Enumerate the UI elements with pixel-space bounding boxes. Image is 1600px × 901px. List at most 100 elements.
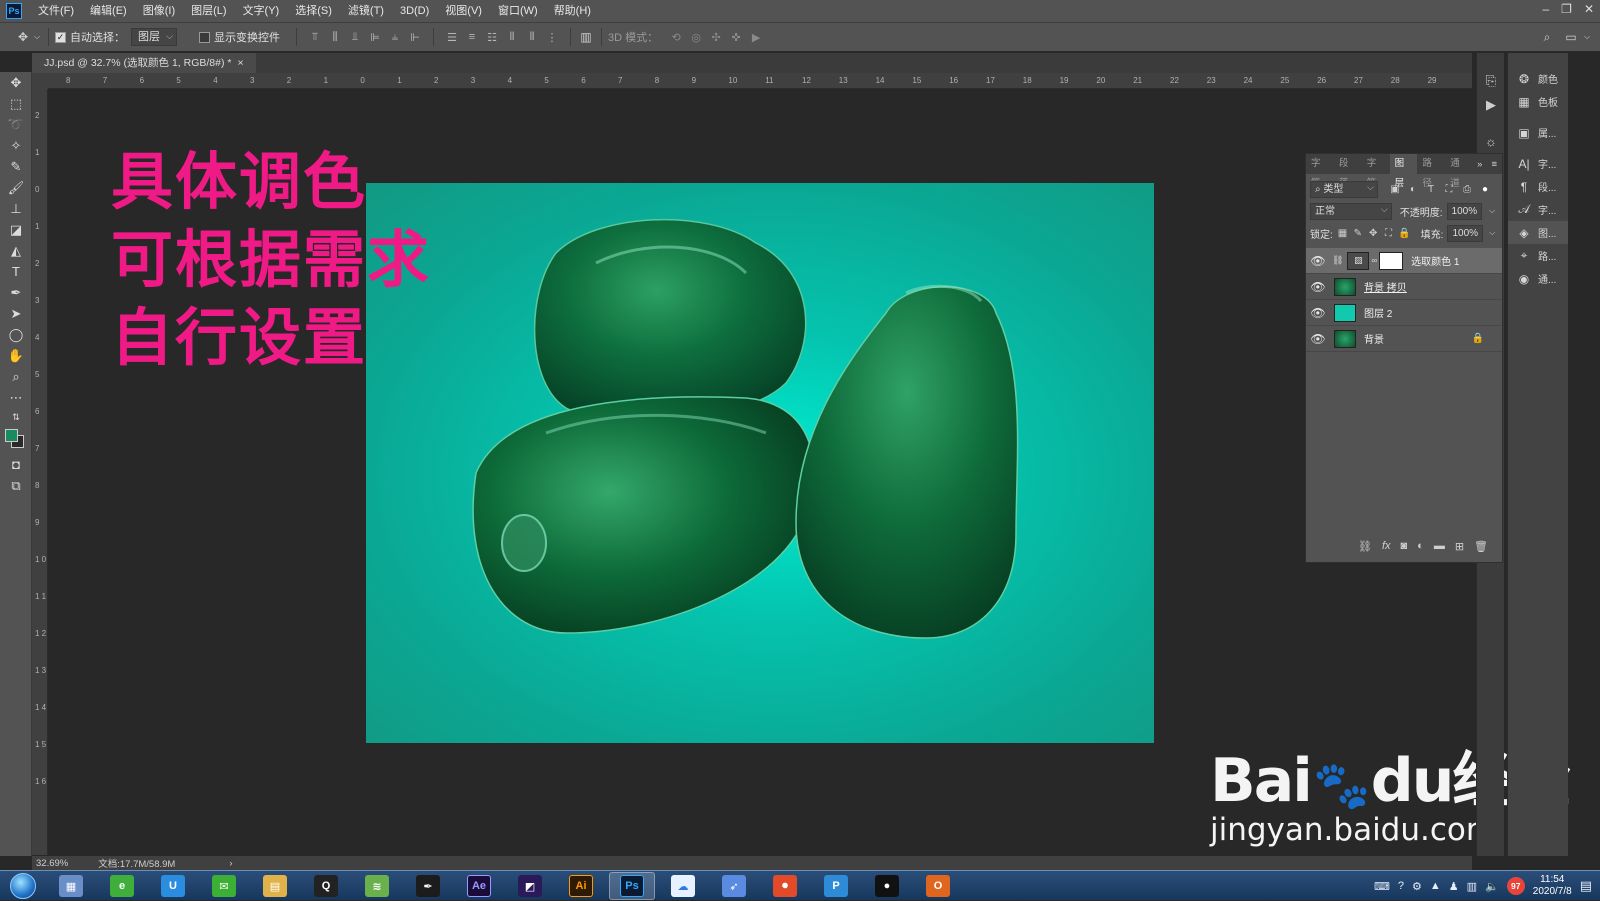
auto-select-checkbox[interactable]: ✓ [55, 31, 66, 43]
trash-icon[interactable]: 🗑 [1474, 540, 1488, 553]
layer-mask-thumbnail[interactable] [1379, 251, 1404, 270]
menu-window[interactable]: 窗口(W) [490, 0, 546, 22]
dock-item-layers[interactable]: ◈ 图... [1508, 221, 1568, 244]
zoom-tool-icon[interactable]: ⌕ [0, 366, 32, 387]
link-layers-icon[interactable]: ⛓ [1358, 540, 1372, 553]
taskbar-app-feather[interactable]: ➶ [711, 872, 757, 900]
document-tab[interactable]: JJ.psd @ 32.7% (选取颜色 1, RGB/8#) * × [32, 53, 256, 73]
zoom-level[interactable]: 32.69% [36, 858, 68, 869]
tab-character[interactable]: 字符 [1306, 154, 1334, 189]
layer-row[interactable]: 👁 背景 🔒 [1306, 326, 1502, 352]
show-transform-checkbox[interactable] [199, 31, 210, 43]
menu-filter[interactable]: 滤镜(T) [340, 0, 392, 22]
taskbar-app-uu[interactable]: U [150, 872, 196, 900]
dock-item-properties[interactable]: ▣ 属... [1508, 121, 1568, 144]
menu-type[interactable]: 文字(Y) [235, 0, 288, 22]
filter-toggle-icon[interactable]: ● [1478, 184, 1492, 195]
taskbar-app-media[interactable]: ● [864, 872, 910, 900]
distribute-top-icon[interactable]: ☰ [444, 28, 460, 46]
3d-camera-icon[interactable]: ▶ [748, 28, 764, 46]
distribute-left-icon[interactable]: ⦀ [504, 28, 520, 46]
3d-drag-icon[interactable]: ✣ [708, 28, 724, 46]
qq-tray-icon[interactable]: ♟ [1449, 880, 1459, 893]
filter-shape-icon[interactable]: ⛶ [1442, 184, 1456, 195]
taskbar-app-illustrator[interactable]: Ai [558, 872, 604, 900]
blend-mode-dropdown[interactable]: 正常 [1310, 202, 1392, 220]
photoshop-logo-icon[interactable]: Ps [6, 3, 22, 19]
eye-icon[interactable]: 👁 [1306, 306, 1330, 320]
distribute-vcenter-icon[interactable]: ≡ [464, 28, 480, 46]
actions-play-icon[interactable]: ▶ [1477, 93, 1505, 117]
lock-all-icon[interactable]: 🔒 [1398, 228, 1410, 239]
taskbar-app-after-effects[interactable]: Ae [456, 872, 502, 900]
chevron-down-icon[interactable]: ⌵ [32, 28, 42, 46]
taskbar-app-premiere-like[interactable]: ◩ [507, 872, 553, 900]
hand-tool-icon[interactable]: ✋ [0, 345, 32, 366]
brush-tool-icon[interactable]: 🖌 [0, 177, 32, 198]
lock-position-icon[interactable]: ✥ [1368, 228, 1379, 239]
distribute-right-icon[interactable]: ⋮ [544, 28, 560, 46]
taskbar-app-wechat[interactable]: ✉ [201, 872, 247, 900]
chevron-down-icon[interactable]: ⌵ [1487, 228, 1498, 238]
taskbar-app-bamboo[interactable]: ≋ [354, 872, 400, 900]
panel-collapse-icon[interactable]: » [1473, 159, 1486, 170]
gradient-tool-icon[interactable]: ◭ [0, 240, 32, 261]
keyboard-icon[interactable]: ⌨ [1374, 880, 1390, 893]
dock-item-glyphs[interactable]: 𝒜 字... [1508, 198, 1568, 221]
menu-image[interactable]: 图像(I) [135, 0, 183, 22]
move-tool-icon[interactable]: ✥ [0, 72, 32, 93]
align-hcenter-icon[interactable]: ⫨ [387, 28, 403, 46]
foreground-color-swatch[interactable] [5, 429, 18, 442]
3d-slide-icon[interactable]: ✜ [728, 28, 744, 46]
taskbar-app-pen-app[interactable]: ✒ [405, 872, 451, 900]
layer-filter-dropdown[interactable]: ⌕ 类型 [1310, 180, 1378, 198]
marquee-tool-icon[interactable]: ⬚ [0, 93, 32, 114]
auto-select-target-dropdown[interactable]: 图层 [131, 28, 177, 46]
lock-artboard-icon[interactable]: ⛶ [1383, 228, 1394, 239]
dock-item-color[interactable]: ❂ 颜色 [1508, 67, 1568, 90]
opacity-field[interactable]: 100% [1446, 202, 1483, 220]
layer-row[interactable]: 👁 背景 拷贝 [1306, 274, 1502, 300]
eraser-tool-icon[interactable]: ◪ [0, 219, 32, 240]
more-tools-icon[interactable]: ⋯ [0, 387, 32, 408]
eye-icon[interactable]: 👁 [1306, 332, 1330, 346]
menu-3d[interactable]: 3D(D) [392, 0, 437, 22]
eye-icon[interactable]: 👁 [1306, 280, 1330, 294]
taskbar-app-baidu-netdisk[interactable]: ☁ [660, 872, 706, 900]
dock-item-swatches[interactable]: ▦ 色板 [1508, 90, 1568, 113]
swap-colors-icon[interactable]: ⇅ [0, 408, 32, 426]
chevron-right-icon[interactable]: › [229, 858, 232, 869]
layer-row[interactable]: 👁 图层 2 [1306, 300, 1502, 326]
taskbar-app-calculator[interactable]: ▦ [48, 872, 94, 900]
action-center-icon[interactable]: ▤ [1580, 878, 1592, 894]
help-icon[interactable]: ? [1398, 880, 1404, 892]
clock[interactable]: 11:54 2020/7/8 [1533, 874, 1572, 898]
quick-mask-icon[interactable]: ◘ [0, 454, 32, 475]
tab-layers[interactable]: 图层 [1389, 154, 1418, 189]
new-layer-icon[interactable]: ⊞ [1455, 540, 1464, 553]
3d-rotate-icon[interactable]: ⟲ [668, 28, 684, 46]
filter-type-icon[interactable]: T [1424, 184, 1438, 195]
show-hidden-icon[interactable]: ▲ [1430, 880, 1441, 892]
settings-icon[interactable]: ⚙ [1412, 880, 1422, 893]
volume-icon[interactable]: 🔈 [1485, 880, 1499, 893]
screen-mode-icon[interactable]: ⧉ [0, 475, 32, 496]
taskbar-app-recorder[interactable]: ⏺ [762, 872, 808, 900]
lasso-tool-icon[interactable]: ➰ [0, 114, 32, 135]
layer-row[interactable]: 👁 ⛓ ▨ ∞ 选取颜色 1 [1306, 248, 1502, 274]
taskbar-app-pdf-reader[interactable]: P [813, 872, 859, 900]
panel-menu-icon[interactable]: ≡ [1486, 159, 1502, 170]
close-icon[interactable]: ✕ [1584, 2, 1594, 16]
align-vcenter-icon[interactable]: ⫼ [327, 28, 343, 46]
lock-pixels-icon[interactable]: ✎ [1352, 228, 1363, 239]
eyedropper-tool-icon[interactable]: ✎ [0, 156, 32, 177]
add-mask-icon[interactable]: ◙ [1401, 540, 1408, 552]
align-left-icon[interactable]: ⊫ [367, 28, 383, 46]
tab-channels[interactable]: 通道 [1445, 154, 1473, 189]
network-icon[interactable]: ▥ [1467, 880, 1477, 893]
menu-edit[interactable]: 编辑(E) [82, 0, 135, 22]
menu-help[interactable]: 帮助(H) [546, 0, 599, 22]
lock-transparent-icon[interactable]: ▦ [1337, 228, 1348, 239]
close-tab-icon[interactable]: × [237, 53, 243, 73]
adjustments-icon[interactable]: ☼ [1477, 129, 1505, 153]
